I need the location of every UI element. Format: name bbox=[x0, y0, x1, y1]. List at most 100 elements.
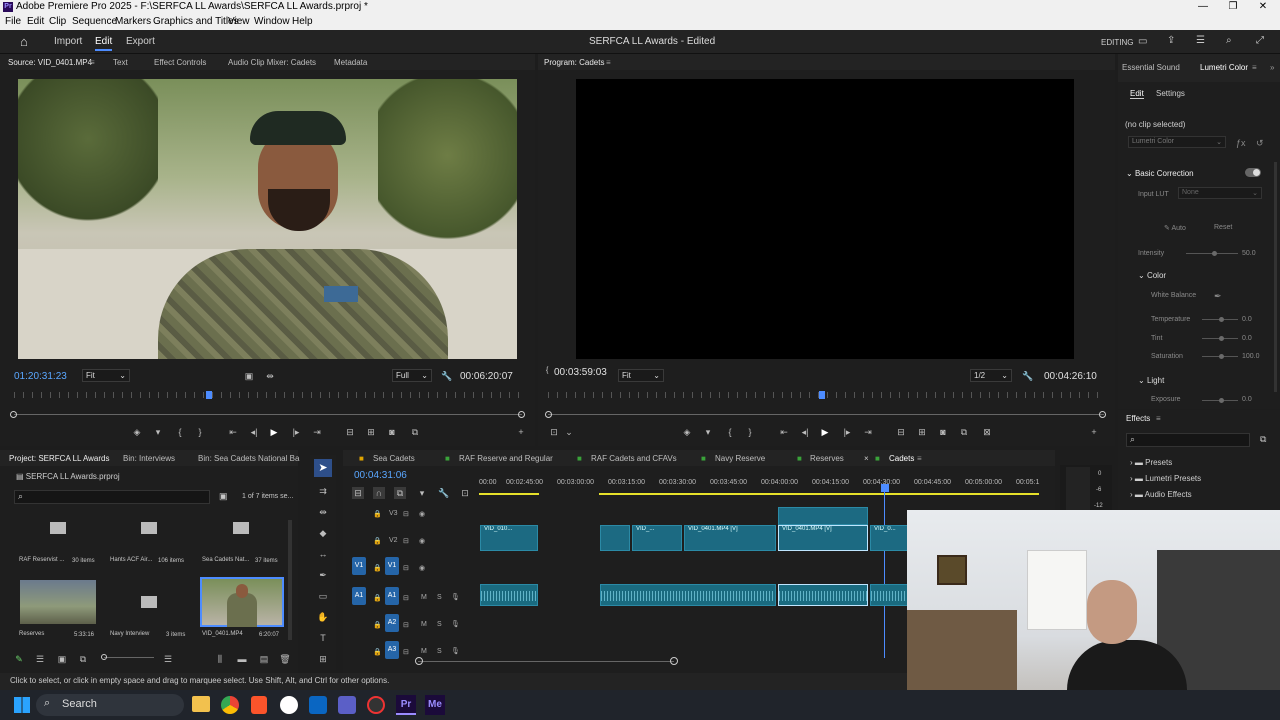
vid-0401-thumbnail[interactable] bbox=[200, 577, 284, 627]
bin-label[interactable]: Navy Interview bbox=[110, 631, 149, 637]
list-view-icon[interactable]: ☰ bbox=[34, 653, 46, 665]
mark-in-bracket-icon[interactable]: { bbox=[174, 426, 186, 438]
nest-icon[interactable]: ⊟ bbox=[352, 487, 364, 499]
source-fit-dropdown[interactable]: Fit ⌄ bbox=[82, 369, 130, 382]
project-search-input[interactable]: ⌕ bbox=[14, 490, 210, 504]
source-timecode[interactable]: 01:20:31:23 bbox=[14, 371, 67, 382]
saturation-value[interactable]: 100.0 bbox=[1242, 353, 1260, 360]
program-zoom-bar[interactable] bbox=[548, 414, 1104, 415]
tab-raf-reserve[interactable]: RAF Reserve and Regular bbox=[459, 454, 553, 463]
timeline-clip[interactable]: VID_... bbox=[632, 525, 682, 551]
menu-edit[interactable]: Edit bbox=[27, 16, 44, 27]
exposure-knob[interactable] bbox=[1219, 398, 1224, 403]
mark-in-icon[interactable]: ◈ bbox=[681, 426, 693, 438]
work-area-bar[interactable] bbox=[479, 493, 539, 495]
bin-label[interactable]: Hants ACF Air... bbox=[110, 557, 152, 563]
saturation-knob[interactable] bbox=[1219, 354, 1224, 359]
effects-item-presets[interactable]: › ▬ Presets bbox=[1130, 458, 1172, 467]
edit-tab[interactable]: Edit bbox=[95, 36, 113, 51]
camera-icon[interactable]: ◙ bbox=[386, 426, 398, 438]
tab-audio-clip-mixer[interactable]: Audio Clip Mixer: Cadets bbox=[228, 58, 316, 67]
sync-icon[interactable]: ⊟ bbox=[403, 621, 409, 629]
menu-markers[interactable]: Markers bbox=[115, 16, 151, 27]
mark-in-icon[interactable]: ◈ bbox=[131, 426, 143, 438]
tab-source[interactable]: Source: VID_0401.MP4 bbox=[8, 58, 92, 67]
track-label[interactable]: A1 bbox=[385, 587, 399, 605]
fullscreen-icon[interactable]: ⤢ bbox=[1256, 35, 1264, 46]
settings-icon[interactable]: ▣ bbox=[243, 370, 255, 382]
reserves-thumbnail[interactable] bbox=[20, 580, 96, 624]
effects-search-input[interactable]: ⌕ bbox=[1126, 433, 1250, 447]
audio-clip[interactable] bbox=[600, 584, 776, 606]
tint-knob[interactable] bbox=[1219, 336, 1224, 341]
wrench-icon[interactable]: 🔧 bbox=[1022, 370, 1034, 382]
rectangle-tool-icon[interactable]: ▭ bbox=[317, 590, 329, 602]
fx-icon[interactable]: ƒx bbox=[1236, 138, 1246, 148]
track-label[interactable]: A3 bbox=[385, 641, 399, 659]
timeline-clip-selected[interactable]: VID_0401.MP4 [V] bbox=[778, 525, 868, 551]
add-button-icon[interactable]: + bbox=[1088, 426, 1100, 438]
go-to-out-icon[interactable]: ⇥ bbox=[311, 426, 323, 438]
insert-icon[interactable]: ⇹ bbox=[264, 370, 276, 382]
freeform-view-icon[interactable]: ⧉ bbox=[77, 653, 89, 665]
temperature-value[interactable]: 0.0 bbox=[1242, 316, 1252, 323]
timeline-timecode[interactable]: 00:04:31:06 bbox=[354, 470, 407, 481]
tab-project[interactable]: Project: SERFCA LL Awards bbox=[9, 454, 110, 463]
pen-tool-icon[interactable]: ✒ bbox=[317, 569, 329, 581]
go-to-in-icon[interactable]: ⇤ bbox=[227, 426, 239, 438]
step-forward-icon[interactable]: |▸ bbox=[290, 426, 302, 438]
close-tab-icon[interactable]: × bbox=[864, 454, 869, 463]
button-editor-icon[interactable]: ⧉ bbox=[409, 426, 421, 438]
lumetri-settings-tab[interactable]: Settings bbox=[1156, 89, 1185, 98]
caption-tool-icon[interactable]: ⊞ bbox=[317, 653, 329, 665]
icon-view-icon[interactable]: ▣ bbox=[56, 653, 68, 665]
tab-effect-controls[interactable]: Effect Controls bbox=[154, 58, 206, 67]
work-area-bar[interactable] bbox=[599, 493, 1039, 495]
sync-icon[interactable]: ⊟ bbox=[403, 564, 409, 572]
tab-effects[interactable]: Effects bbox=[1126, 414, 1150, 423]
tab-bin-sea-cadets[interactable]: Bin: Sea Cadets National Ba bbox=[198, 454, 299, 463]
zoom-handle-right[interactable] bbox=[670, 657, 678, 665]
chevron-down-icon[interactable]: ⌄ bbox=[563, 426, 575, 438]
timeline-ruler[interactable]: 00:00 00:02:45:00 00:03:00:00 00:03:15:0… bbox=[479, 476, 1055, 492]
menu-sequence[interactable]: Sequence bbox=[72, 16, 117, 27]
color-section-header[interactable]: ⌄ Color bbox=[1138, 271, 1166, 280]
zoom-handle-left[interactable] bbox=[10, 411, 17, 418]
tab-reserves[interactable]: Reserves bbox=[810, 454, 844, 463]
intensity-knob[interactable] bbox=[1212, 251, 1217, 256]
home-icon[interactable]: ⌂ bbox=[20, 34, 28, 49]
tab-sea-cadets[interactable]: Sea Cadets bbox=[373, 454, 415, 463]
outlook-icon[interactable] bbox=[309, 696, 327, 714]
lock-icon[interactable]: 🔒 bbox=[373, 594, 382, 602]
teams-icon[interactable] bbox=[338, 696, 356, 714]
add-button-icon[interactable]: + bbox=[515, 426, 527, 438]
mark-out-bracket-icon[interactable]: } bbox=[744, 426, 756, 438]
new-bin-icon[interactable]: ▬ bbox=[236, 653, 248, 665]
add-marker-icon[interactable]: ▾ bbox=[702, 426, 714, 438]
effects-item-lumetri-presets[interactable]: › ▬ Lumetri Presets bbox=[1130, 474, 1201, 483]
automate-icon[interactable]: ⫼ bbox=[214, 653, 226, 665]
input-lut-dropdown[interactable]: None ⌄ bbox=[1178, 187, 1262, 199]
eye-icon[interactable]: ◉ bbox=[419, 564, 425, 572]
zoom-handle-right[interactable] bbox=[1099, 411, 1106, 418]
go-to-in-icon[interactable]: ⇤ bbox=[778, 426, 790, 438]
ripple-edit-tool-icon[interactable]: ⇹ bbox=[317, 506, 329, 518]
play-icon[interactable]: ▶ bbox=[268, 426, 280, 438]
davinci-icon[interactable] bbox=[367, 696, 385, 714]
source-zoom-bar[interactable] bbox=[14, 414, 522, 415]
reset-icon[interactable]: ↺ bbox=[1256, 138, 1264, 149]
basic-correction-toggle[interactable] bbox=[1245, 168, 1261, 177]
timeline-clip[interactable]: VID_010... bbox=[480, 525, 538, 551]
basic-correction-header[interactable]: ⌄ Basic Correction bbox=[1126, 169, 1194, 178]
folder-icon[interactable]: ▣ bbox=[219, 491, 228, 502]
windows-start-icon[interactable] bbox=[14, 697, 30, 713]
snap-icon[interactable]: ∩ bbox=[373, 487, 385, 499]
track-label[interactable]: V1 bbox=[385, 557, 399, 575]
lock-icon[interactable]: 🔒 bbox=[373, 648, 382, 656]
tab-program[interactable]: Program: Cadets bbox=[544, 58, 604, 67]
program-ruler[interactable] bbox=[548, 392, 1104, 398]
overwrite-icon[interactable]: ⊞ bbox=[365, 426, 377, 438]
safe-margins-icon[interactable]: ⊡ bbox=[548, 426, 560, 438]
razor-tool-icon[interactable]: ◆ bbox=[317, 527, 329, 539]
program-playhead[interactable] bbox=[819, 391, 825, 399]
